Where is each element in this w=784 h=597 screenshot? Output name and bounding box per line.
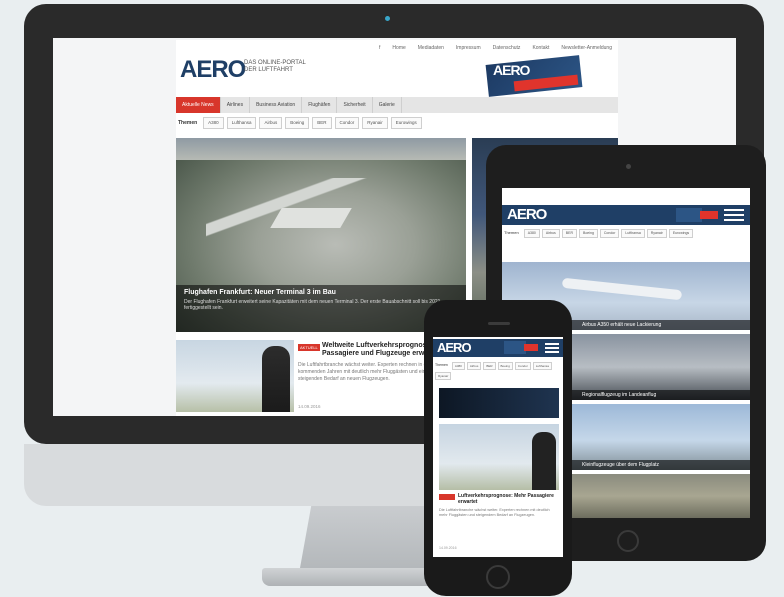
tag-chip[interactable]: Boeing [497,362,513,370]
tag-chip[interactable]: Ryanair [362,117,388,129]
menu-item-news[interactable]: Aktuelle News [176,97,221,113]
phone-ad[interactable] [504,341,526,354]
article-person-image [262,346,290,412]
article-date: 14.09.2016 [298,404,321,409]
phone-speaker [488,322,510,325]
top-link[interactable]: Newsletter-Anmeldung [561,45,612,55]
tablet-logo[interactable]: AERO [507,206,547,223]
phone-logo[interactable]: AERO [437,340,472,355]
menu-item-airlines[interactable]: Airlines [221,97,251,113]
phone-article-title[interactable]: Luftverkehrsprognose: Mehr Passagiere er… [458,493,558,505]
phone-ad-cta[interactable] [524,344,538,351]
topic-tags: Themen A380 Lufthansa Airbus Boeing BER … [178,117,618,129]
phone-article-badge [439,494,455,500]
tags-label: Themen [178,120,198,126]
tag-chip[interactable]: A380 [523,229,540,238]
menu-item-security[interactable]: Sicherheit [337,97,373,113]
tablet-ad-cta[interactable] [700,211,718,219]
top-link[interactable]: Impressum [456,45,481,55]
tag-chip[interactable]: Condor [599,229,620,238]
tag-chip[interactable]: Lufthansa [226,117,257,129]
hero-text: Der Flughafen Frankfurt erweitert seine … [184,299,441,311]
menu-item-business[interactable]: Business Aviation [250,97,303,113]
ad-logo: AERO [493,62,530,78]
tag-chip[interactable]: BER [483,362,496,370]
tag-chip[interactable]: Lufthansa [532,362,552,370]
phone-topic-tags: Themen A380 Airbus BER Boeing Condor Luf… [435,362,561,380]
top-link[interactable]: Kontakt [532,45,549,55]
tag-chip[interactable]: Ryanair [646,229,667,238]
tag-chip[interactable]: Airbus [541,229,560,238]
facebook-icon[interactable]: f [379,45,380,55]
camera-icon [385,16,390,21]
camera-icon [626,164,631,169]
tag-chip[interactable]: Ryanair [435,372,452,380]
article-badge: AKTUELL [298,344,320,351]
tag-chip[interactable]: Boeing [579,229,598,238]
tag-chip[interactable]: Boeing [285,117,310,129]
main-menu: Aktuelle News Airlines Business Aviation… [176,97,618,113]
tag-chip[interactable]: Airbus [466,362,482,370]
menu-item-gallery[interactable]: Galerie [373,97,402,113]
phone-ad-banner[interactable] [439,388,559,418]
tag-chip[interactable]: Eurowings [668,229,694,238]
tag-chip[interactable]: BER [312,117,332,129]
top-link[interactable]: Datenschutz [493,45,521,55]
tablet-topic-tags: Themen A380 Airbus BER Boeing Condor Luf… [504,229,750,238]
home-button[interactable] [486,565,510,589]
tag-chip[interactable]: Eurowings [390,117,422,129]
site-logo[interactable]: AERO [180,56,246,84]
hamburger-menu-icon[interactable] [545,343,559,353]
tag-chip[interactable]: Condor [514,362,531,370]
tags-label: Themen [504,230,519,235]
tag-chip[interactable]: A380 [451,362,465,370]
phone-article-text: Die Luftfahrtbranche wächst weiter. Expe… [439,508,550,517]
tag-chip[interactable]: Lufthansa [621,229,645,238]
top-link[interactable]: Home [392,45,405,55]
home-button[interactable] [617,530,639,552]
top-links: f Home Mediadaten Impressum Datenschutz … [178,45,618,55]
tablet-ad[interactable] [676,208,702,222]
hamburger-menu-icon[interactable] [724,209,744,221]
top-link[interactable]: Mediadaten [418,45,444,55]
tags-label: Themen [435,363,448,367]
hero-title[interactable]: Flughafen Frankfurt: Neuer Terminal 3 im… [184,289,458,296]
phone-article-date: 14.09.2016 [439,546,457,550]
menu-item-airports[interactable]: Flughäfen [302,97,338,113]
tag-chip[interactable]: A380 [203,117,224,129]
site-tagline: DAS ONLINE-PORTAL DER LUFTFAHRT [244,60,306,73]
tag-chip[interactable]: Condor [334,117,360,129]
phone-article-person [532,432,556,490]
tag-chip[interactable]: Airbus [259,117,283,129]
hero-caption[interactable]: Flughafen Frankfurt: Neuer Terminal 3 im… [176,285,466,332]
imac-stand [300,506,440,568]
tag-chip[interactable]: BER [561,229,577,238]
